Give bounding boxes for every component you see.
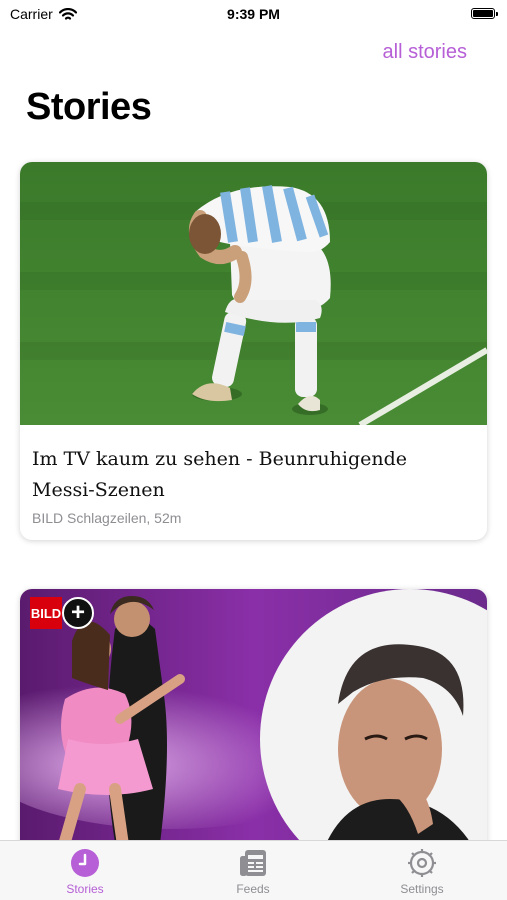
bild-logo: BILD [30, 597, 62, 629]
newspaper-icon [240, 850, 266, 876]
tab-bar: Stories Feeds Settings [0, 840, 507, 900]
story-title: Im TV kaum zu sehen - Beunruhigende Mess… [32, 448, 407, 501]
all-stories-link[interactable]: all stories [383, 41, 467, 64]
page-title: Stories [26, 86, 152, 128]
status-bar: Carrier 9:39 PM [0, 0, 507, 30]
tab-stories[interactable]: Stories [35, 847, 135, 896]
tab-feeds[interactable]: Feeds [203, 847, 303, 896]
tab-label: Settings [400, 882, 444, 896]
status-time: 9:39 PM [227, 6, 280, 22]
story-card[interactable]: BILD + [20, 589, 487, 859]
tab-label: Stories [66, 882, 104, 896]
dance-couple-photo [20, 589, 487, 859]
story-meta: BILD Schlagzeilen, 52m [32, 510, 182, 526]
gear-icon [408, 849, 436, 877]
story-card[interactable]: Im TV kaum zu sehen - Beunruhigende Mess… [20, 162, 487, 540]
plus-badge-icon: + [62, 597, 94, 629]
story-image [20, 162, 487, 425]
tab-label: Feeds [236, 882, 270, 896]
football-player-photo [20, 162, 487, 425]
clock-icon [71, 849, 99, 877]
story-image: BILD + [20, 589, 487, 859]
battery-icon [471, 8, 498, 19]
tab-settings[interactable]: Settings [372, 847, 472, 896]
